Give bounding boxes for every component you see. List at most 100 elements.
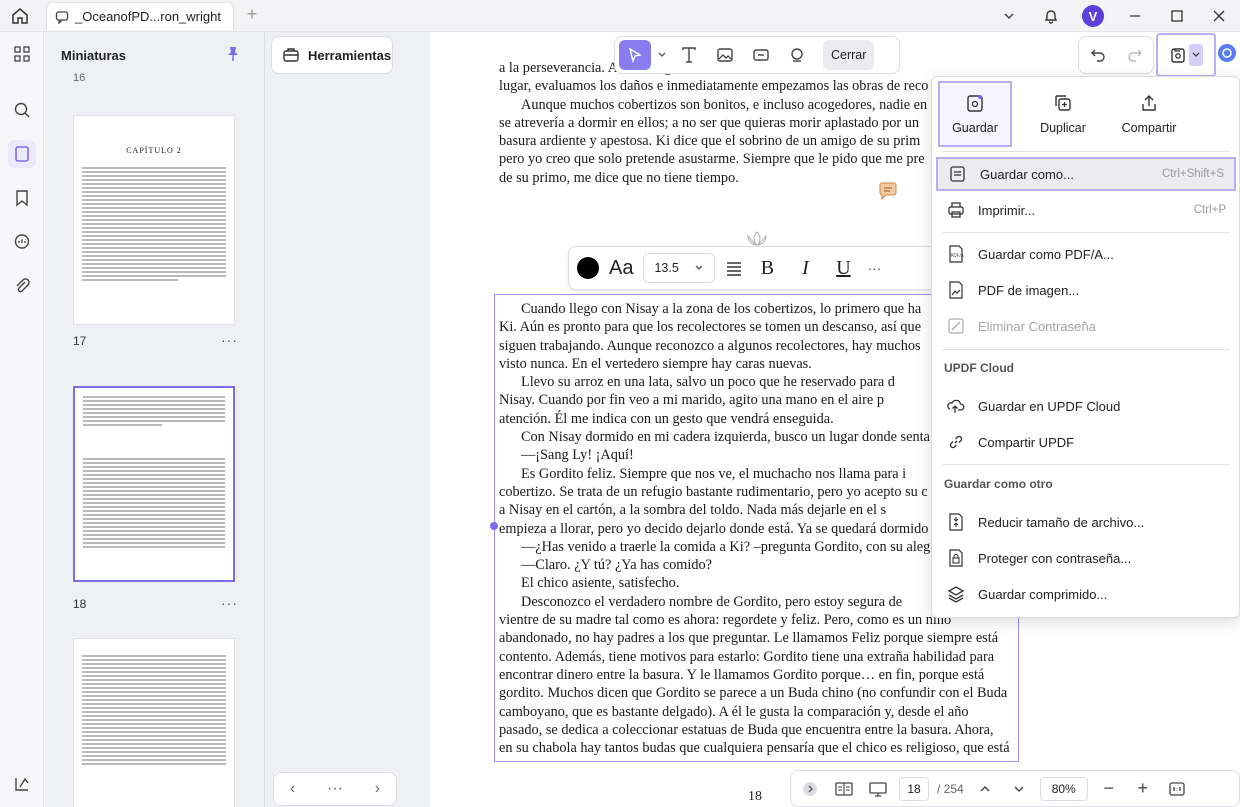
menu-divider xyxy=(942,349,1230,350)
presentation-button[interactable] xyxy=(865,776,891,802)
save-to-cloud-item[interactable]: Guardar en UPDF Cloud xyxy=(936,389,1236,423)
left-rail xyxy=(0,32,44,807)
comments-button[interactable] xyxy=(8,228,36,256)
reduce-size-item[interactable]: Reducir tamaño de archivo... xyxy=(936,505,1236,539)
pin-panel-button[interactable] xyxy=(225,46,241,62)
image-pdf-label: PDF de imagen... xyxy=(978,282,1080,298)
save-action[interactable]: Guardar xyxy=(938,81,1012,147)
save-as-icon xyxy=(948,164,968,184)
cloud-upload-icon xyxy=(946,396,966,416)
next-page-button[interactable] xyxy=(1006,776,1032,802)
font-size-select[interactable]: 13.5 xyxy=(643,253,716,283)
tools-label: Herramientas xyxy=(308,47,392,63)
close-edit-button[interactable]: Cerrar xyxy=(823,40,875,70)
print-label: Imprimir... xyxy=(978,202,1036,218)
document-tab[interactable]: _OceanofPD...ron_wright xyxy=(46,2,234,30)
comment-tab-icon xyxy=(55,10,69,24)
minimize-icon xyxy=(1129,10,1141,22)
ai-assistant-icon[interactable] xyxy=(1216,42,1238,64)
text-line: en su chabola hay tantos budas que cualq… xyxy=(499,740,1010,757)
thumbnail-page-17[interactable]: CAPÍTULO 2 xyxy=(73,115,235,325)
save-as-item[interactable]: Guardar como... Ctrl+Shift+S xyxy=(936,157,1236,191)
undo-icon[interactable] xyxy=(1090,47,1106,63)
home-button[interactable] xyxy=(8,4,32,28)
image-icon xyxy=(716,46,734,64)
thumbnail-page-19[interactable] xyxy=(73,638,235,807)
text-color-picker[interactable] xyxy=(577,257,599,279)
align-button[interactable] xyxy=(725,259,743,277)
close-window-button[interactable] xyxy=(1198,0,1240,32)
previous-page-button[interactable] xyxy=(972,776,998,802)
paperclip-icon xyxy=(13,277,31,295)
add-image-button[interactable] xyxy=(709,40,741,70)
layers-icon xyxy=(946,584,966,604)
thumbnails-view-button[interactable] xyxy=(8,40,36,68)
text-line: abandonado, no hay padres a los que preg… xyxy=(499,630,999,647)
remove-password-item[interactable]: Eliminar Contraseña xyxy=(936,309,1236,343)
save-to-cloud-label: Guardar en UPDF Cloud xyxy=(978,398,1121,414)
protect-password-item[interactable]: Proteger con contraseña... xyxy=(936,541,1236,575)
print-item[interactable]: Imprimir... Ctrl+P xyxy=(936,193,1236,227)
account-button[interactable]: V xyxy=(1072,0,1114,32)
maximize-icon xyxy=(1171,10,1183,22)
image-pdf-item[interactable]: PDF de imagen... xyxy=(936,273,1236,307)
pages-button[interactable] xyxy=(8,140,36,168)
page-number-input[interactable]: 18 xyxy=(899,776,929,801)
partial-page-number: 16 xyxy=(73,72,86,84)
add-text-button[interactable] xyxy=(673,40,705,70)
bold-button[interactable]: B xyxy=(753,257,781,280)
text-line: contento. Además, tiene motivos para est… xyxy=(499,648,995,665)
text-line: gordito. Muchos dicen que Gordito se par… xyxy=(499,685,1008,702)
comment-annotation-icon[interactable] xyxy=(878,182,898,200)
save-compressed-label: Guardar comprimido... xyxy=(978,586,1108,602)
attachments-button[interactable] xyxy=(8,272,36,300)
watermark-button[interactable] xyxy=(781,40,813,70)
search-button[interactable] xyxy=(8,96,36,124)
text-line: camboyano, que es bastante delgado). A é… xyxy=(499,703,969,720)
duplicate-action-label: Duplicar xyxy=(1040,121,1086,135)
underline-button[interactable]: U xyxy=(829,257,857,280)
search-icon xyxy=(13,101,31,119)
thumbnail-more-button[interactable]: ··· xyxy=(221,332,238,348)
chevron-left-icon[interactable]: ‹ xyxy=(290,780,295,798)
new-tab-button[interactable]: + xyxy=(242,4,262,24)
share-action[interactable]: Compartir xyxy=(1112,81,1186,147)
select-tool-button[interactable] xyxy=(619,40,651,70)
notifications-button[interactable] xyxy=(1030,0,1072,32)
app-menu-button[interactable] xyxy=(8,770,36,798)
select-dropdown-button[interactable] xyxy=(655,40,669,70)
font-family-button[interactable]: Aa xyxy=(609,257,633,280)
zoom-in-button[interactable]: + xyxy=(1130,776,1156,802)
redo-icon[interactable] xyxy=(1127,47,1143,63)
tabs-dropdown-button[interactable] xyxy=(988,0,1030,32)
bookmarks-button[interactable] xyxy=(8,184,36,212)
thumbnails-panel: Miniaturas 16 CAPÍTULO 2 17 ··· 18 ··· xyxy=(45,32,265,807)
page-nav-mini: ‹ ··· › xyxy=(273,772,397,806)
duplicate-action[interactable]: Duplicar xyxy=(1026,81,1100,147)
share-updf-item[interactable]: Compartir UPDF xyxy=(936,425,1236,459)
tools-button[interactable]: Herramientas xyxy=(271,36,393,74)
save-compressed-item[interactable]: Guardar comprimido... xyxy=(936,577,1236,611)
maximize-button[interactable] xyxy=(1156,0,1198,32)
italic-button[interactable]: I xyxy=(791,257,819,280)
save-pdfa-item[interactable]: PDF/A Guardar como PDF/A... xyxy=(936,237,1236,271)
more-button[interactable]: ··· xyxy=(327,780,343,798)
save-as-shortcut: Ctrl+Shift+S xyxy=(1162,168,1224,180)
minimize-button[interactable] xyxy=(1114,0,1156,32)
zoom-level[interactable]: 80% xyxy=(1039,776,1088,801)
more-format-button[interactable]: ··· xyxy=(867,260,881,276)
zoom-out-button[interactable]: − xyxy=(1096,776,1122,802)
collapse-button[interactable] xyxy=(797,776,823,802)
resize-handle[interactable] xyxy=(490,522,498,530)
chevron-right-icon[interactable]: › xyxy=(375,780,380,798)
remove-password-label: Eliminar Contraseña xyxy=(978,318,1096,334)
save-menu-toggle[interactable] xyxy=(1156,33,1216,77)
thumbnail-page-18[interactable] xyxy=(73,386,235,582)
actual-size-button[interactable] xyxy=(1164,776,1190,802)
chevron-down-icon xyxy=(1003,10,1015,22)
thumbnail-more-button[interactable]: ··· xyxy=(221,595,238,611)
page-layout-button[interactable] xyxy=(831,776,857,802)
add-link-button[interactable] xyxy=(745,40,777,70)
print-icon xyxy=(946,200,966,220)
toolbox-icon xyxy=(282,46,300,64)
